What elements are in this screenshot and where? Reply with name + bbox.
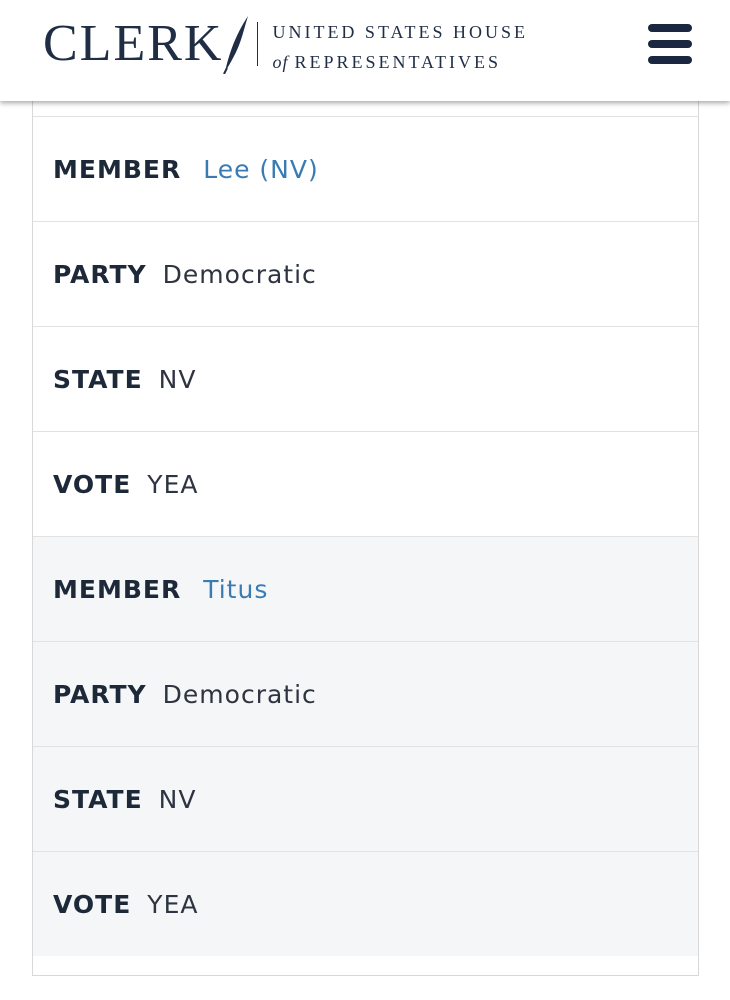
member-link[interactable]: Titus: [203, 575, 268, 604]
state-label: STATE: [53, 364, 143, 394]
state-value: NV: [158, 784, 197, 814]
vote-label: VOTE: [53, 469, 132, 499]
member-record: MEMBER Lee (NV) PARTY Democratic STATE N…: [33, 117, 698, 537]
logo-subtitle-line2: of REPRESENTATIVES: [272, 50, 528, 74]
table-bottom-padding: [33, 956, 698, 975]
member-row: MEMBER Titus: [33, 537, 698, 642]
menu-bar: [648, 56, 692, 64]
state-row: STATE NV: [33, 747, 698, 852]
member-record: MEMBER Titus PARTY Democratic STATE NV V…: [33, 537, 698, 956]
vote-row: VOTE YEA: [33, 432, 698, 537]
member-row: MEMBER Lee (NV): [33, 117, 698, 222]
party-label: PARTY: [53, 679, 147, 709]
logo-representatives: REPRESENTATIVES: [294, 52, 502, 72]
party-value: Democratic: [162, 679, 317, 709]
logo-divider: [257, 22, 259, 66]
state-label: STATE: [53, 784, 143, 814]
site-header: CLERK UNITED STATES HOUSE of REPRESENTATI…: [0, 0, 730, 101]
vote-label: VOTE: [53, 889, 132, 919]
member-label: MEMBER: [53, 574, 182, 604]
menu-bar: [648, 40, 692, 48]
clerk-logo[interactable]: CLERK UNITED STATES HOUSE of REPRESENTATI…: [43, 14, 528, 74]
member-link[interactable]: Lee (NV): [203, 155, 319, 184]
logo-subtitle-line1: UNITED STATES HOUSE: [272, 22, 529, 42]
table-top-strip: [33, 101, 698, 117]
vote-value: YEA: [147, 889, 199, 919]
party-value: Democratic: [162, 259, 317, 289]
party-label: PARTY: [53, 259, 147, 289]
member-label: MEMBER: [53, 154, 182, 184]
party-row: PARTY Democratic: [33, 642, 698, 747]
logo-wordmark: CLERK: [43, 15, 224, 72]
state-value: NV: [158, 364, 197, 394]
menu-bar: [648, 24, 692, 32]
vote-row: VOTE YEA: [33, 852, 698, 956]
logo-of: of: [272, 52, 289, 72]
hamburger-menu-icon[interactable]: [648, 24, 692, 65]
quill-icon: [223, 16, 249, 74]
logo-subtitle: UNITED STATES HOUSE of REPRESENTATIVES: [272, 14, 528, 74]
party-row: PARTY Democratic: [33, 222, 698, 327]
vote-value: YEA: [147, 469, 199, 499]
state-row: STATE NV: [33, 327, 698, 432]
roll-call-table: MEMBER Lee (NV) PARTY Democratic STATE N…: [32, 101, 699, 976]
